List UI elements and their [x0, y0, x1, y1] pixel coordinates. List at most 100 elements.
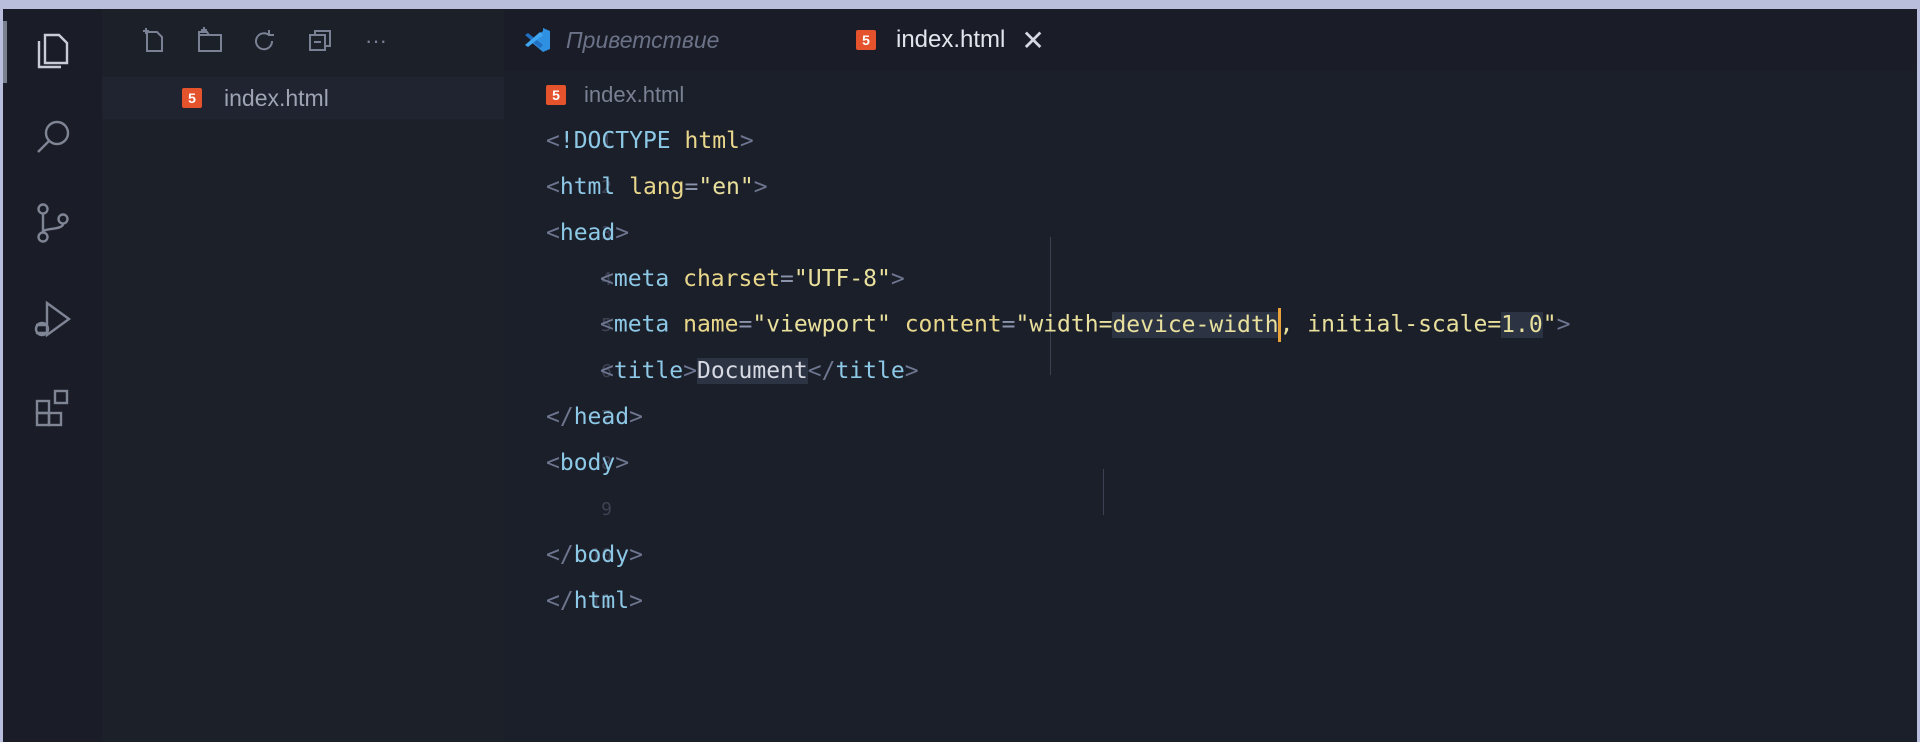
line-number: 6 — [601, 360, 612, 382]
code-token: > — [683, 358, 697, 384]
code-token: "UTF-8" — [793, 266, 891, 292]
code-token: head — [573, 404, 630, 430]
tab-welcome[interactable]: Приветствие — [522, 9, 812, 71]
code-token: > — [753, 174, 768, 200]
code-token: </ — [807, 358, 836, 384]
code-token: "width= — [1015, 311, 1113, 338]
code-content: </body> — [546, 542, 643, 568]
code-token: html — [559, 174, 616, 200]
new-folder-icon[interactable] — [192, 23, 228, 59]
tab-index-label: index.html — [896, 26, 1006, 53]
code-token: > — [615, 220, 630, 246]
code-token: Document — [696, 358, 808, 384]
code-token: </ — [546, 588, 574, 614]
code-content: <title>Document</title> — [600, 358, 919, 384]
code-token: title — [613, 358, 684, 384]
html5-icon: 5 — [546, 85, 566, 105]
line-number: 9 — [601, 498, 612, 520]
collapse-icon[interactable] — [302, 23, 338, 59]
active-indicator — [3, 21, 7, 83]
code-token: > — [629, 588, 643, 614]
html5-icon: 5 — [856, 30, 876, 50]
code-token: name — [683, 311, 739, 338]
explorer-icon[interactable] — [25, 23, 81, 79]
code-content: <meta charset="UTF-8"> — [600, 266, 905, 292]
code-token: " — [1542, 311, 1557, 338]
activity-bar — [3, 9, 102, 742]
breadcrumb-file[interactable]: index.html — [584, 82, 684, 108]
code-token: > — [615, 450, 630, 476]
code-token: > — [629, 404, 643, 430]
tab-welcome-label: Приветствие — [566, 26, 720, 53]
code-token: "en" — [698, 174, 754, 200]
code-token: title — [835, 358, 905, 384]
code-token: < — [546, 128, 560, 154]
code-token: html — [684, 128, 740, 154]
code-token: "viewport" — [752, 311, 891, 338]
code-editor[interactable]: 1 <!DOCTYPE html> 2 <html lang="en"> 3 <head>… — [504, 119, 1917, 742]
explorer-toolbar: ··· — [102, 9, 504, 69]
line-number: 4 — [601, 268, 612, 290]
code-content: <head> — [546, 220, 629, 246]
code-content: </html> — [546, 588, 643, 614]
code-token: head — [559, 220, 616, 246]
code-token: > — [890, 266, 905, 292]
file-tree-item-label: index.html — [224, 84, 329, 111]
code-token: < — [600, 311, 614, 338]
tab-index-html[interactable]: 5 index.html ✕ — [834, 9, 1094, 71]
code-token: = — [1001, 311, 1016, 338]
code-token: </ — [546, 404, 574, 430]
code-token: > — [904, 358, 919, 384]
line-number: 5 — [601, 314, 612, 336]
code-token: < — [600, 266, 614, 292]
code-token: meta — [613, 266, 670, 292]
close-icon[interactable]: ✕ — [1021, 24, 1044, 57]
code-token: body — [559, 450, 616, 476]
source-control-icon[interactable] — [25, 195, 81, 251]
breadcrumb[interactable]: 5 index.html — [504, 71, 684, 119]
code-token: < — [546, 174, 560, 200]
code-token: html — [573, 588, 630, 614]
vscode-icon — [525, 28, 550, 52]
code-token: = — [780, 266, 794, 292]
window-frame-top — [0, 0, 1920, 9]
code-content: <meta name="viewport" content="width=dev… — [600, 308, 1570, 342]
code-token: > — [1556, 311, 1571, 338]
code-token: < — [546, 220, 560, 246]
code-token: , initial-scale= — [1279, 311, 1502, 338]
code-token: meta — [613, 311, 670, 338]
code-token: charset — [683, 266, 781, 292]
extensions-icon[interactable] — [25, 381, 81, 437]
code-content: </head> — [546, 404, 643, 430]
code-token: > — [629, 542, 643, 568]
run-debug-icon[interactable] — [25, 291, 81, 347]
tab-bar: Приветствие 5 index.html ✕ — [504, 9, 1917, 71]
html5-icon: 5 — [182, 88, 202, 108]
code-line[interactable]: 11 </html> — [504, 573, 1917, 629]
code-token: !DOCTYPE — [559, 128, 671, 154]
code-token: 1.0 — [1501, 311, 1543, 338]
code-token: < — [546, 450, 560, 476]
code-token: = — [684, 174, 699, 200]
more-icon[interactable]: ··· — [358, 23, 394, 59]
new-file-icon[interactable] — [136, 23, 172, 59]
code-token: device-width — [1112, 311, 1279, 338]
code-token: body — [573, 542, 630, 568]
code-token: lang — [629, 174, 685, 200]
code-token: < — [600, 358, 614, 384]
search-icon[interactable] — [25, 109, 81, 165]
code-content: <html lang="en"> — [546, 174, 768, 200]
code-token: > — [739, 128, 754, 154]
file-tree-item[interactable]: 5 index.html — [102, 77, 504, 119]
code-content: <body> — [546, 450, 629, 476]
code-content: <!DOCTYPE html> — [546, 128, 754, 154]
code-token: </ — [546, 542, 574, 568]
refresh-icon[interactable] — [246, 23, 282, 59]
code-token: content — [904, 311, 1002, 338]
code-token: = — [738, 311, 753, 338]
